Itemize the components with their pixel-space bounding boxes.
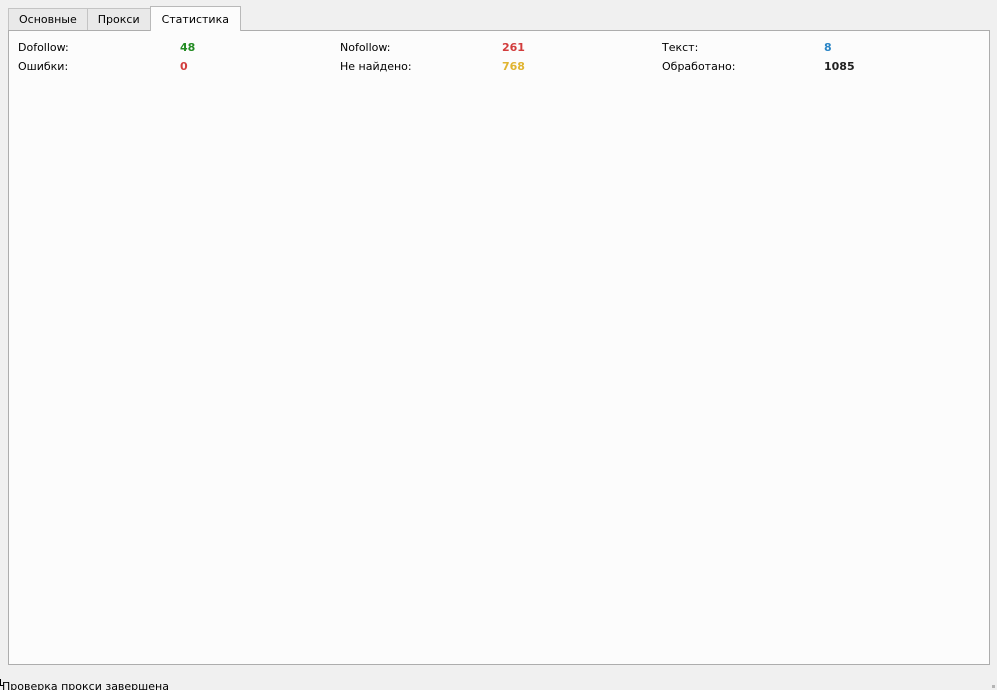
nofollow-label: Nofollow: (340, 41, 391, 54)
status-text: Проверка прокси завершена (2, 680, 169, 690)
stats-row-1: Dofollow: 48 Nofollow: 261 Текст: 8 (9, 40, 989, 56)
errors-value: 0 (180, 60, 188, 73)
resize-grip-icon[interactable] (992, 685, 995, 688)
status-bar: Проверка прокси завершена (0, 676, 997, 690)
tab-main[interactable]: Основные (8, 8, 88, 30)
tab-bar: Основные Прокси Статистика (8, 6, 241, 31)
text-value: 8 (824, 41, 832, 54)
app-window: Основные Прокси Статистика Dofollow: 48 … (0, 0, 997, 690)
tab-statistics[interactable]: Статистика (149, 6, 241, 31)
dofollow-value: 48 (180, 41, 196, 54)
dofollow-label: Dofollow: (18, 41, 69, 54)
tab-proxy[interactable]: Прокси (86, 8, 151, 30)
text-label: Текст: (662, 41, 699, 54)
processed-value: 1085 (824, 60, 855, 73)
not-found-label: Не найдено: (340, 60, 412, 73)
stats-row-2: Ошибки: 0 Не найдено: 768 Обработано: 10… (9, 59, 989, 75)
statistics-panel: Dofollow: 48 Nofollow: 261 Текст: 8 Ошиб… (8, 30, 990, 665)
nofollow-value: 261 (502, 41, 525, 54)
processed-label: Обработано: (662, 60, 736, 73)
errors-label: Ошибки: (18, 60, 69, 73)
not-found-value: 768 (502, 60, 525, 73)
